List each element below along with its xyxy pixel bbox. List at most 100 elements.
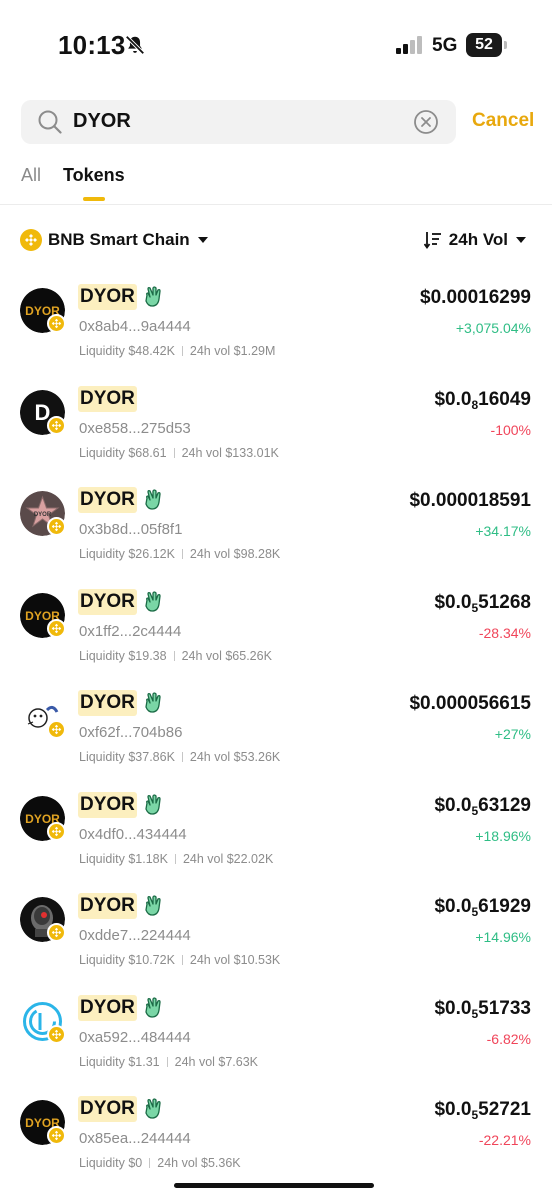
clear-icon[interactable] — [413, 109, 439, 135]
token-liquidity: Liquidity $26.12K — [79, 547, 175, 561]
active-tab-indicator — [83, 197, 105, 201]
price-main: $0.000056615 — [409, 693, 531, 714]
token-row[interactable]: DYOR DYOR 0x4df0...434444 Liquidity $1.18K 2… — [0, 788, 552, 890]
bnb-chain-badge-icon — [47, 923, 66, 942]
token-price: $0.0563129 — [434, 795, 531, 818]
search-query[interactable]: DYOR — [73, 110, 131, 133]
token-price: $0.000018591 — [409, 490, 531, 512]
token-liquidity: Liquidity $68.61 — [79, 445, 167, 460]
token-volume: 24h vol $7.63K — [174, 1054, 259, 1069]
token-liquidity: Liquidity $48.42K — [79, 344, 175, 358]
sort-selector[interactable]: 24h Vol — [423, 228, 526, 252]
token-name-wrap: DYOR — [78, 284, 163, 310]
price-change: +3,075.04% — [455, 320, 531, 336]
token-name: DYOR — [78, 588, 137, 615]
token-volume: 24h vol $1.29M — [189, 344, 276, 358]
verified-hand-icon — [143, 793, 163, 816]
battery-tip — [504, 41, 507, 49]
token-stats: Liquidity $26.12K 24h vol $98.28K — [79, 547, 280, 561]
token-volume: 24h vol $22.02K — [182, 851, 274, 866]
verified-hand-icon — [143, 996, 163, 1019]
separator — [166, 1056, 168, 1067]
token-price: $0.0551733 — [434, 998, 531, 1021]
token-name-wrap: DYOR — [78, 893, 163, 919]
divider — [0, 204, 552, 205]
token-address: 0x8ab4...9a4444 — [79, 318, 191, 335]
token-row[interactable]: DYOR DYOR 0x3b8d...05f8f1 Liquidity $26.12K… — [0, 483, 552, 585]
token-row[interactable]: DYOR DYOR 0x85ea...244444 Liquidity $0 24h v… — [0, 1092, 552, 1194]
chain-label: BNB Smart Chain — [48, 230, 190, 249]
price-main: $0.0 — [434, 591, 472, 613]
tab-tokens[interactable]: Tokens — [63, 165, 125, 186]
token-stats: Liquidity $1.31 24h vol $7.63K — [79, 1055, 258, 1069]
price-change: +27% — [494, 726, 531, 742]
verified-hand-icon — [143, 692, 163, 714]
token-price: $0.0551268 — [434, 592, 531, 615]
token-row[interactable]: DYOR 0xf62f...704b86 Liquidity $37.86K 24h … — [0, 686, 552, 788]
home-indicator — [174, 1183, 374, 1188]
token-name: DYOR — [78, 791, 137, 818]
token-address: 0x1ff2...2c4444 — [79, 622, 182, 640]
token-price: $0.000056615 — [409, 693, 531, 715]
svg-text:DYOR: DYOR — [34, 512, 52, 518]
separator — [173, 650, 175, 661]
bnb-chain-badge-icon — [47, 720, 66, 739]
token-liquidity: Liquidity $37.86K — [79, 750, 175, 764]
verified-hand-icon — [143, 895, 163, 917]
tab-all[interactable]: All — [21, 165, 41, 186]
sort-icon — [423, 232, 441, 250]
network-type: 5G — [432, 35, 458, 56]
price-main: $0.0 — [434, 388, 472, 410]
token-price: $0.0561929 — [434, 896, 531, 919]
price-tail: 51733 — [478, 997, 531, 1019]
cancel-button[interactable]: Cancel — [472, 110, 534, 132]
cell-signal-icon — [396, 36, 422, 54]
price-main: $0.00016299 — [420, 287, 531, 308]
status-time: 10:13 — [58, 30, 126, 60]
token-row[interactable]: DYOR 0xdde7...224444 Liquidity $10.72K 24h … — [0, 889, 552, 991]
separator — [173, 447, 175, 458]
token-address: 0x85ea...244444 — [79, 1130, 191, 1147]
price-change: -22.21% — [478, 1132, 531, 1148]
search-input[interactable]: DYOR — [21, 100, 456, 144]
price-tail: 51268 — [478, 591, 531, 613]
battery-icon: 52 — [466, 33, 502, 57]
token-address: 0xf62f...704b86 — [79, 724, 183, 741]
token-row[interactable]: DYOR DYOR 0x1ff2...2c4444 Liquidity $19.38 2… — [0, 585, 552, 687]
token-name-wrap: DYOR — [78, 994, 163, 1021]
token-address: 0xa592...484444 — [79, 1028, 191, 1046]
price-change: -28.34% — [478, 624, 531, 641]
chain-selector[interactable]: BNB Smart Chain — [20, 228, 208, 252]
token-liquidity: Liquidity $0 — [79, 1156, 143, 1170]
token-stats: Liquidity $10.72K 24h vol $10.53K — [79, 953, 280, 967]
sort-label: 24h Vol — [448, 230, 508, 249]
token-volume: 24h vol $133.01K — [181, 445, 279, 460]
bnb-chain-badge-icon — [47, 1126, 66, 1145]
price-tail: 61929 — [478, 896, 531, 917]
price-main: $0.0 — [434, 896, 472, 917]
verified-hand-icon — [143, 286, 163, 308]
verified-hand-icon — [143, 1098, 163, 1120]
caret-down-icon — [516, 237, 526, 243]
token-liquidity: Liquidity $1.18K — [79, 851, 168, 866]
token-liquidity: Liquidity $10.72K — [79, 953, 175, 967]
token-address: 0xe858...275d53 — [79, 419, 191, 437]
price-main: $0.000018591 — [409, 490, 531, 511]
separator — [181, 346, 183, 356]
token-volume: 24h vol $53.26K — [189, 750, 281, 764]
token-name: DYOR — [78, 994, 137, 1021]
price-change: -100% — [490, 421, 531, 438]
price-tail: 63129 — [478, 794, 531, 816]
price-tail: 52721 — [478, 1099, 531, 1120]
token-row[interactable]: DYOR DYOR 0x8ab4...9a4444 Liquidity $48.42K… — [0, 280, 552, 382]
token-row[interactable]: D DYOR 0xe858...275d53 Liquidity $68.61 24h … — [0, 382, 552, 484]
token-volume: 24h vol $5.36K — [157, 1156, 241, 1170]
token-row[interactable]: DYOR 0xa592...484444 Liquidity $1.31 24h vo… — [0, 991, 552, 1093]
token-name: DYOR — [78, 690, 137, 716]
token-stats: Liquidity $68.61 24h vol $133.01K — [79, 446, 279, 460]
token-name-wrap: DYOR — [78, 791, 163, 818]
price-change: +34.17% — [475, 523, 531, 539]
token-name: DYOR — [78, 893, 137, 919]
bnb-chain-badge-icon — [47, 821, 66, 841]
token-name-wrap: DYOR — [78, 588, 163, 615]
